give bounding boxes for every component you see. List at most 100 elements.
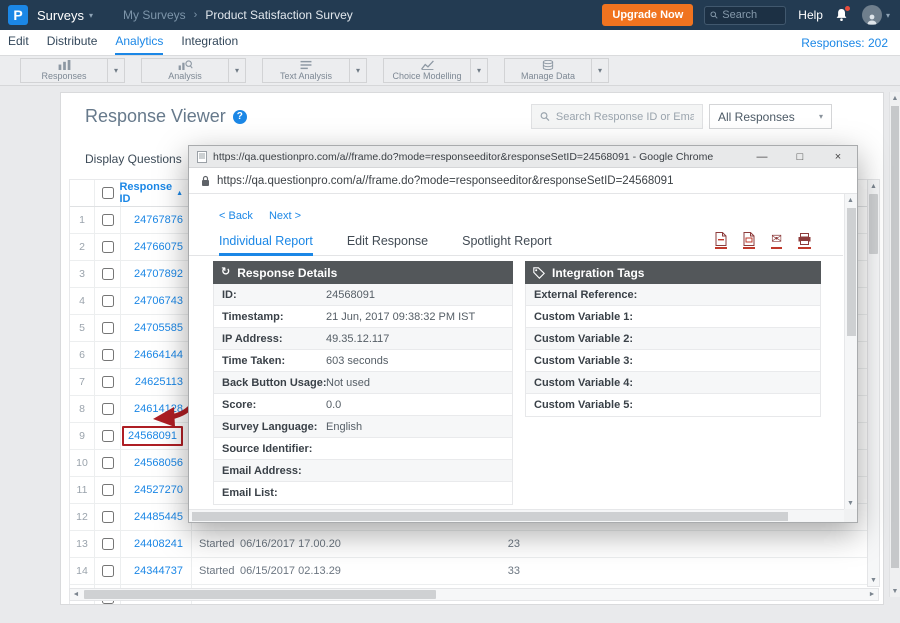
next-link[interactable]: Next > — [269, 210, 301, 222]
response-id-link[interactable]: 24705585 — [134, 322, 183, 334]
scrollbar-thumb[interactable] — [84, 590, 436, 599]
scroll-down-arrow[interactable]: ▼ — [868, 574, 879, 586]
tab-edit[interactable]: Edit — [8, 30, 29, 55]
help-icon[interactable]: ? — [233, 110, 247, 124]
upgrade-now-button[interactable]: Upgrade Now — [602, 4, 693, 26]
responses-filter-dropdown[interactable]: All Responses ▾ — [709, 104, 832, 129]
help-link[interactable]: Help — [798, 8, 823, 22]
scroll-up-arrow[interactable]: ▲ — [890, 92, 900, 104]
tab-spotlight-report[interactable]: Spotlight Report — [462, 230, 552, 256]
scrollbar-thumb[interactable] — [192, 512, 788, 521]
excel-export-icon[interactable] — [743, 232, 755, 249]
window-titlebar[interactable]: https://qa.questionpro.com/a//frame.do?m… — [189, 146, 857, 168]
scroll-down-arrow[interactable]: ▼ — [890, 585, 900, 597]
analysis-tool-caret[interactable]: ▾ — [229, 58, 246, 83]
global-search-box[interactable] — [704, 6, 786, 25]
choice-modelling-tool-caret[interactable]: ▾ — [471, 58, 488, 83]
analysis-tool-button[interactable]: Analysis — [141, 58, 229, 83]
page-favicon-icon — [197, 151, 207, 163]
response-id-link[interactable]: 24408241 — [134, 538, 183, 550]
scrollbar-thumb[interactable] — [891, 106, 899, 568]
notifications-bell-icon[interactable] — [835, 8, 848, 22]
popup-horizontal-scrollbar[interactable] — [189, 509, 844, 522]
breadcrumb-my-surveys[interactable]: My Surveys — [123, 8, 186, 22]
scroll-down-arrow[interactable]: ▼ — [845, 497, 856, 509]
text-analysis-tool-button[interactable]: Text Analysis — [262, 58, 350, 83]
scroll-up-arrow[interactable]: ▲ — [868, 180, 879, 192]
responses-tool-button[interactable]: Responses — [20, 58, 108, 83]
response-id-link[interactable]: 24344737 — [134, 565, 183, 577]
row-checkbox[interactable] — [102, 457, 114, 469]
close-button[interactable]: × — [827, 151, 849, 163]
tab-integration[interactable]: Integration — [181, 30, 238, 55]
scroll-up-arrow[interactable]: ▲ — [845, 194, 856, 206]
tab-distribute[interactable]: Distribute — [47, 30, 98, 55]
row-checkbox[interactable] — [102, 538, 114, 550]
detail-label: Custom Variable 5: — [526, 399, 648, 411]
manage-data-tool-caret[interactable]: ▾ — [592, 58, 609, 83]
scrollbar-thumb[interactable] — [847, 208, 856, 336]
row-checkbox[interactable] — [102, 403, 114, 415]
row-checkbox[interactable] — [102, 214, 114, 226]
pdf-export-icon[interactable] — [715, 232, 727, 249]
response-id-link[interactable]: 24707892 — [134, 268, 183, 280]
response-id-sort-header[interactable]: Response ID ▲ — [119, 181, 183, 205]
account-menu[interactable]: ▾ — [862, 5, 890, 25]
chevron-down-icon: ▾ — [819, 112, 823, 121]
tab-individual-report[interactable]: Individual Report — [219, 230, 313, 256]
table-vertical-scrollbar[interactable]: ▲ ▼ — [867, 179, 880, 587]
detail-label: Survey Language: — [214, 421, 326, 433]
global-search-input[interactable] — [722, 9, 780, 21]
responses-tool-caret[interactable]: ▾ — [108, 58, 125, 83]
row-checkbox[interactable] — [102, 349, 114, 361]
row-checkbox[interactable] — [102, 376, 114, 388]
database-icon — [541, 60, 555, 70]
tab-analytics[interactable]: Analytics — [115, 30, 163, 55]
surveys-menu[interactable]: Surveys ▾ — [37, 8, 93, 23]
back-link[interactable]: < Back — [219, 210, 253, 222]
row-checkbox[interactable] — [102, 565, 114, 577]
popup-vertical-scrollbar[interactable]: ▲ ▼ — [844, 194, 857, 509]
scroll-right-arrow[interactable]: ► — [866, 589, 878, 600]
row-checkbox[interactable] — [102, 511, 114, 523]
detail-row: Custom Variable 1: — [526, 306, 820, 328]
minimize-button[interactable]: — — [751, 151, 773, 163]
email-icon[interactable]: ✉ — [771, 232, 782, 249]
response-id-link[interactable]: 24527270 — [134, 484, 183, 496]
response-id-link[interactable]: 24568056 — [134, 457, 183, 469]
text-analysis-tool-caret[interactable]: ▾ — [350, 58, 367, 83]
integration-tags-header: Integration Tags — [525, 261, 821, 284]
chrome-popup-window: https://qa.questionpro.com/a//frame.do?m… — [188, 145, 858, 523]
row-checkbox[interactable] — [102, 241, 114, 253]
response-id-link[interactable]: 24664144 — [134, 349, 183, 361]
table-horizontal-scrollbar[interactable]: ◄ ► — [69, 588, 879, 601]
choice-modelling-tool-button[interactable]: Choice Modelling — [383, 58, 471, 83]
row-checkbox[interactable] — [102, 322, 114, 334]
response-id-cell: 24485445 — [121, 504, 192, 530]
scrollbar-thumb[interactable] — [869, 194, 878, 254]
row-number: 11 — [70, 477, 95, 503]
address-bar[interactable]: https://qa.questionpro.com/a//frame.do?m… — [189, 168, 857, 194]
scroll-left-arrow[interactable]: ◄ — [70, 589, 82, 600]
manage-data-tool-button[interactable]: Manage Data — [504, 58, 592, 83]
response-id-link[interactable]: 24767876 — [134, 214, 183, 226]
response-id-cell: 24705585 — [121, 315, 192, 341]
row-checkbox[interactable] — [102, 484, 114, 496]
maximize-button[interactable]: □ — [789, 151, 811, 163]
questionpro-logo[interactable]: P — [8, 5, 28, 25]
response-id-link[interactable]: 24766075 — [134, 241, 183, 253]
row-checkbox[interactable] — [102, 430, 114, 442]
avatar — [862, 5, 882, 25]
response-id-link[interactable]: 24706743 — [134, 295, 183, 307]
row-checkbox[interactable] — [102, 295, 114, 307]
response-id-link[interactable]: 24485445 — [134, 511, 183, 523]
print-icon[interactable] — [798, 232, 811, 249]
select-all-checkbox[interactable] — [102, 187, 114, 199]
highlighted-response-id-link[interactable]: 24568091 — [122, 426, 183, 446]
response-search-input[interactable] — [556, 111, 694, 123]
address-url[interactable]: https://qa.questionpro.com/a//frame.do?m… — [217, 175, 673, 187]
page-vertical-scrollbar[interactable]: ▲ ▼ — [889, 92, 900, 597]
response-search-box[interactable] — [531, 104, 703, 129]
tab-edit-response[interactable]: Edit Response — [347, 230, 428, 256]
row-checkbox[interactable] — [102, 268, 114, 280]
